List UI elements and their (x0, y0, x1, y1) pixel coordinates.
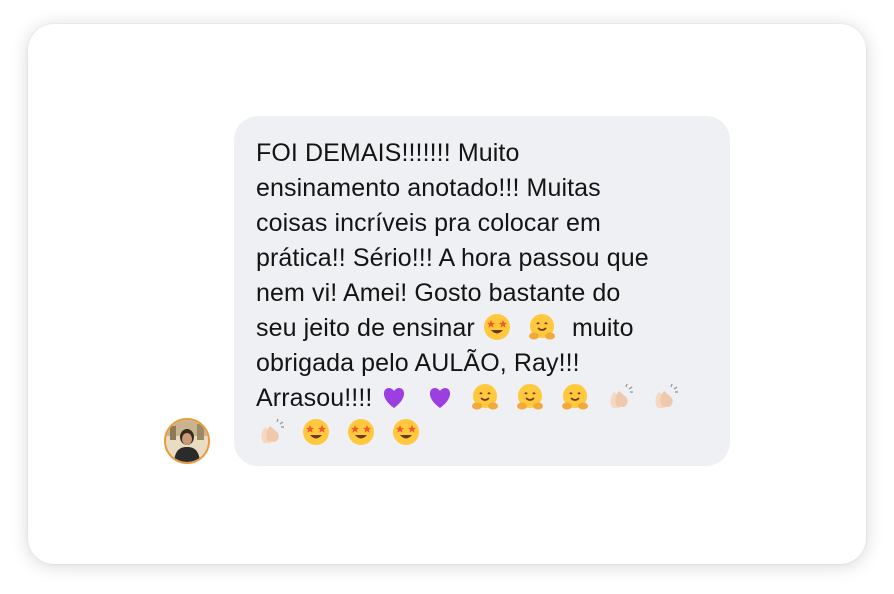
purple-heart-emoji-icon (379, 382, 413, 412)
message-line: ensinamento anotado!!! Muitas (256, 174, 601, 202)
message-line-with-emoji: seu jeito de ensinar muito (256, 311, 704, 346)
message-line: prática!! Sério!!! A hora passou que (256, 244, 649, 272)
purple-heart-emoji-icon (425, 382, 459, 412)
message-fragment: Arrasou!!!! (256, 384, 373, 412)
message-text: FOI DEMAIS!!!!!!! Muito ensinamento anot… (256, 136, 704, 451)
message-line: nem vi! Amei! Gosto bastante do (256, 279, 621, 307)
star-struck-emoji-icon (482, 312, 516, 342)
clapping-hands-emoji-icon (605, 382, 639, 412)
star-struck-emoji-icon (346, 417, 380, 447)
star-struck-emoji-icon (301, 417, 335, 447)
avatar-photo-icon (166, 420, 208, 462)
message-fragment: seu jeito de ensinar (256, 314, 475, 342)
star-struck-emoji-icon (391, 417, 425, 447)
message-bubble[interactable]: FOI DEMAIS!!!!!!! Muito ensinamento anot… (234, 116, 730, 466)
sender-avatar[interactable] (164, 418, 210, 464)
emoji-line (256, 416, 704, 451)
hugging-face-emoji-icon (515, 382, 549, 412)
message-fragment: muito (571, 314, 634, 342)
hugging-face-emoji-icon (527, 312, 561, 342)
clapping-hands-emoji-icon (256, 417, 290, 447)
message-line: coisas incríveis pra colocar em (256, 209, 601, 237)
message-line: obrigada pelo AULÃO, Ray!!! (256, 349, 580, 377)
message-line-with-emoji: Arrasou!!!! (256, 381, 704, 416)
clapping-hands-emoji-icon (650, 382, 684, 412)
hugging-face-emoji-icon (560, 382, 594, 412)
message-line: FOI DEMAIS!!!!!!! Muito (256, 139, 520, 167)
hugging-face-emoji-icon (470, 382, 504, 412)
